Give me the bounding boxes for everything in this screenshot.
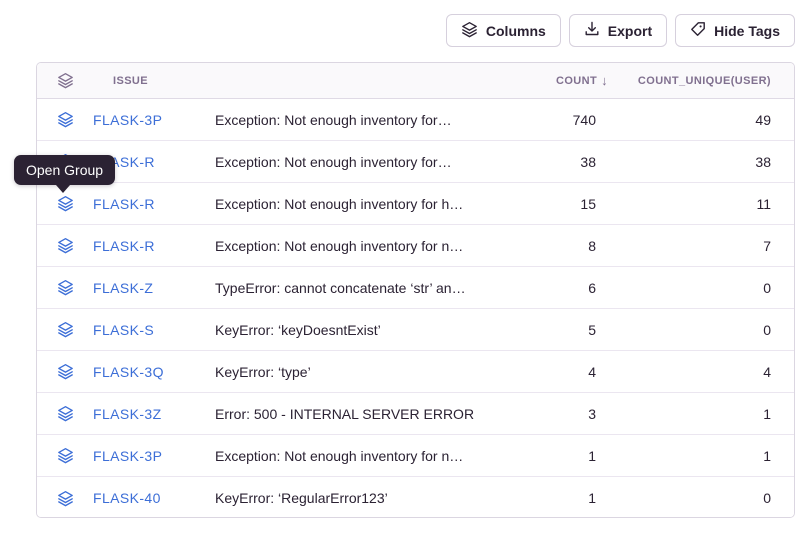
table-header-row: ISSUE COUNT ↓ COUNT_UNIQUE(USER) (37, 63, 794, 99)
open-group-icon[interactable] (37, 237, 93, 254)
columns-button-label: Columns (486, 23, 546, 39)
hide-tags-button[interactable]: Hide Tags (675, 14, 795, 47)
issue-link[interactable]: FLASK-R (93, 196, 213, 212)
count-value: 15 (516, 196, 616, 212)
open-group-icon[interactable] (37, 195, 93, 212)
issue-link[interactable]: FLASK-3Z (93, 406, 213, 422)
open-group-icon[interactable] (37, 321, 93, 338)
table-row: FLASK-R Exception: Not enough inventory … (37, 225, 794, 267)
open-group-icon[interactable] (37, 447, 93, 464)
open-group-icon[interactable] (37, 490, 93, 507)
count-value: 3 (516, 406, 616, 422)
issue-link[interactable]: FLASK-3Q (93, 364, 213, 380)
count-value: 38 (516, 154, 616, 170)
issue-message: KeyError: ‘keyDoesntExist’ (213, 322, 516, 338)
table-row: FLASK-40 KeyError: ‘RegularError123’ 1 0 (37, 477, 794, 518)
column-header-count[interactable]: COUNT ↓ (516, 73, 616, 88)
column-header-issue[interactable]: ISSUE (93, 75, 213, 87)
count-value: 740 (516, 112, 616, 128)
open-group-icon[interactable] (37, 279, 93, 296)
count-value: 1 (516, 490, 616, 506)
issue-link[interactable]: FLASK-Z (93, 280, 213, 296)
count-value: 4 (516, 364, 616, 380)
issue-link[interactable]: FLASK-3P (93, 448, 213, 464)
columns-button[interactable]: Columns (446, 14, 561, 47)
download-icon (584, 21, 600, 40)
count-unique-value: 4 (616, 364, 794, 380)
table-row: FLASK-S KeyError: ‘keyDoesntExist’ 5 0 (37, 309, 794, 351)
open-group-icon[interactable] (37, 405, 93, 422)
count-unique-value: 0 (616, 490, 794, 506)
issue-message: KeyError: ‘RegularError123’ (213, 490, 516, 506)
issue-message: Exception: Not enough inventory for… (213, 154, 516, 170)
table-row: FLASK-R Exception: Not enough inventory … (37, 183, 794, 225)
count-unique-value: 0 (616, 280, 794, 296)
count-header-label: COUNT (556, 75, 597, 87)
export-button[interactable]: Export (569, 14, 667, 47)
issue-column-stack-icon (37, 72, 93, 89)
issue-message: Exception: Not enough inventory for h… (213, 196, 516, 212)
open-group-icon[interactable] (37, 111, 93, 128)
hide-tags-button-label: Hide Tags (714, 23, 780, 39)
count-unique-value: 38 (616, 154, 794, 170)
count-value: 1 (516, 448, 616, 464)
export-button-label: Export (608, 23, 652, 39)
count-unique-value: 0 (616, 322, 794, 338)
count-unique-value: 7 (616, 238, 794, 254)
count-value: 8 (516, 238, 616, 254)
count-value: 5 (516, 322, 616, 338)
issue-link[interactable]: FLASK-S (93, 322, 213, 338)
table-row: FLASK-3P Exception: Not enough inventory… (37, 99, 794, 141)
table-row: FLASK-3Q KeyError: ‘type’ 4 4 (37, 351, 794, 393)
count-unique-value: 1 (616, 448, 794, 464)
issue-message: KeyError: ‘type’ (213, 364, 516, 380)
issue-link[interactable]: FLASK-R (93, 238, 213, 254)
table-row: FLASK-R Exception: Not enough inventory … (37, 141, 794, 183)
count-unique-value: 1 (616, 406, 794, 422)
table-row: FLASK-3P Exception: Not enough inventory… (37, 435, 794, 477)
open-group-icon[interactable] (37, 363, 93, 380)
count-value: 6 (516, 280, 616, 296)
table-row: FLASK-Z TypeError: cannot concatenate ‘s… (37, 267, 794, 309)
open-group-tooltip: Open Group (14, 155, 115, 185)
tag-icon (690, 21, 706, 40)
column-header-count-unique[interactable]: COUNT_UNIQUE(USER) (616, 75, 794, 87)
issue-message: Exception: Not enough inventory for n… (213, 238, 516, 254)
toolbar: Columns Export Hide Tags (446, 14, 795, 47)
count-unique-value: 49 (616, 112, 794, 128)
issues-table: ISSUE COUNT ↓ COUNT_UNIQUE(USER) FLASK-3… (36, 62, 795, 518)
issue-message: Exception: Not enough inventory for n… (213, 448, 516, 464)
sort-desc-icon[interactable]: ↓ (601, 73, 608, 88)
table-row: FLASK-3Z Error: 500 - INTERNAL SERVER ER… (37, 393, 794, 435)
issue-link[interactable]: FLASK-3P (93, 112, 213, 128)
issue-message: Error: 500 - INTERNAL SERVER ERROR (213, 406, 516, 422)
issue-link[interactable]: FLASK-40 (93, 490, 213, 506)
issue-message: Exception: Not enough inventory for… (213, 112, 516, 128)
count-unique-value: 11 (616, 196, 794, 212)
issue-message: TypeError: cannot concatenate ‘str’ an… (213, 280, 516, 296)
layers-icon (461, 21, 478, 41)
